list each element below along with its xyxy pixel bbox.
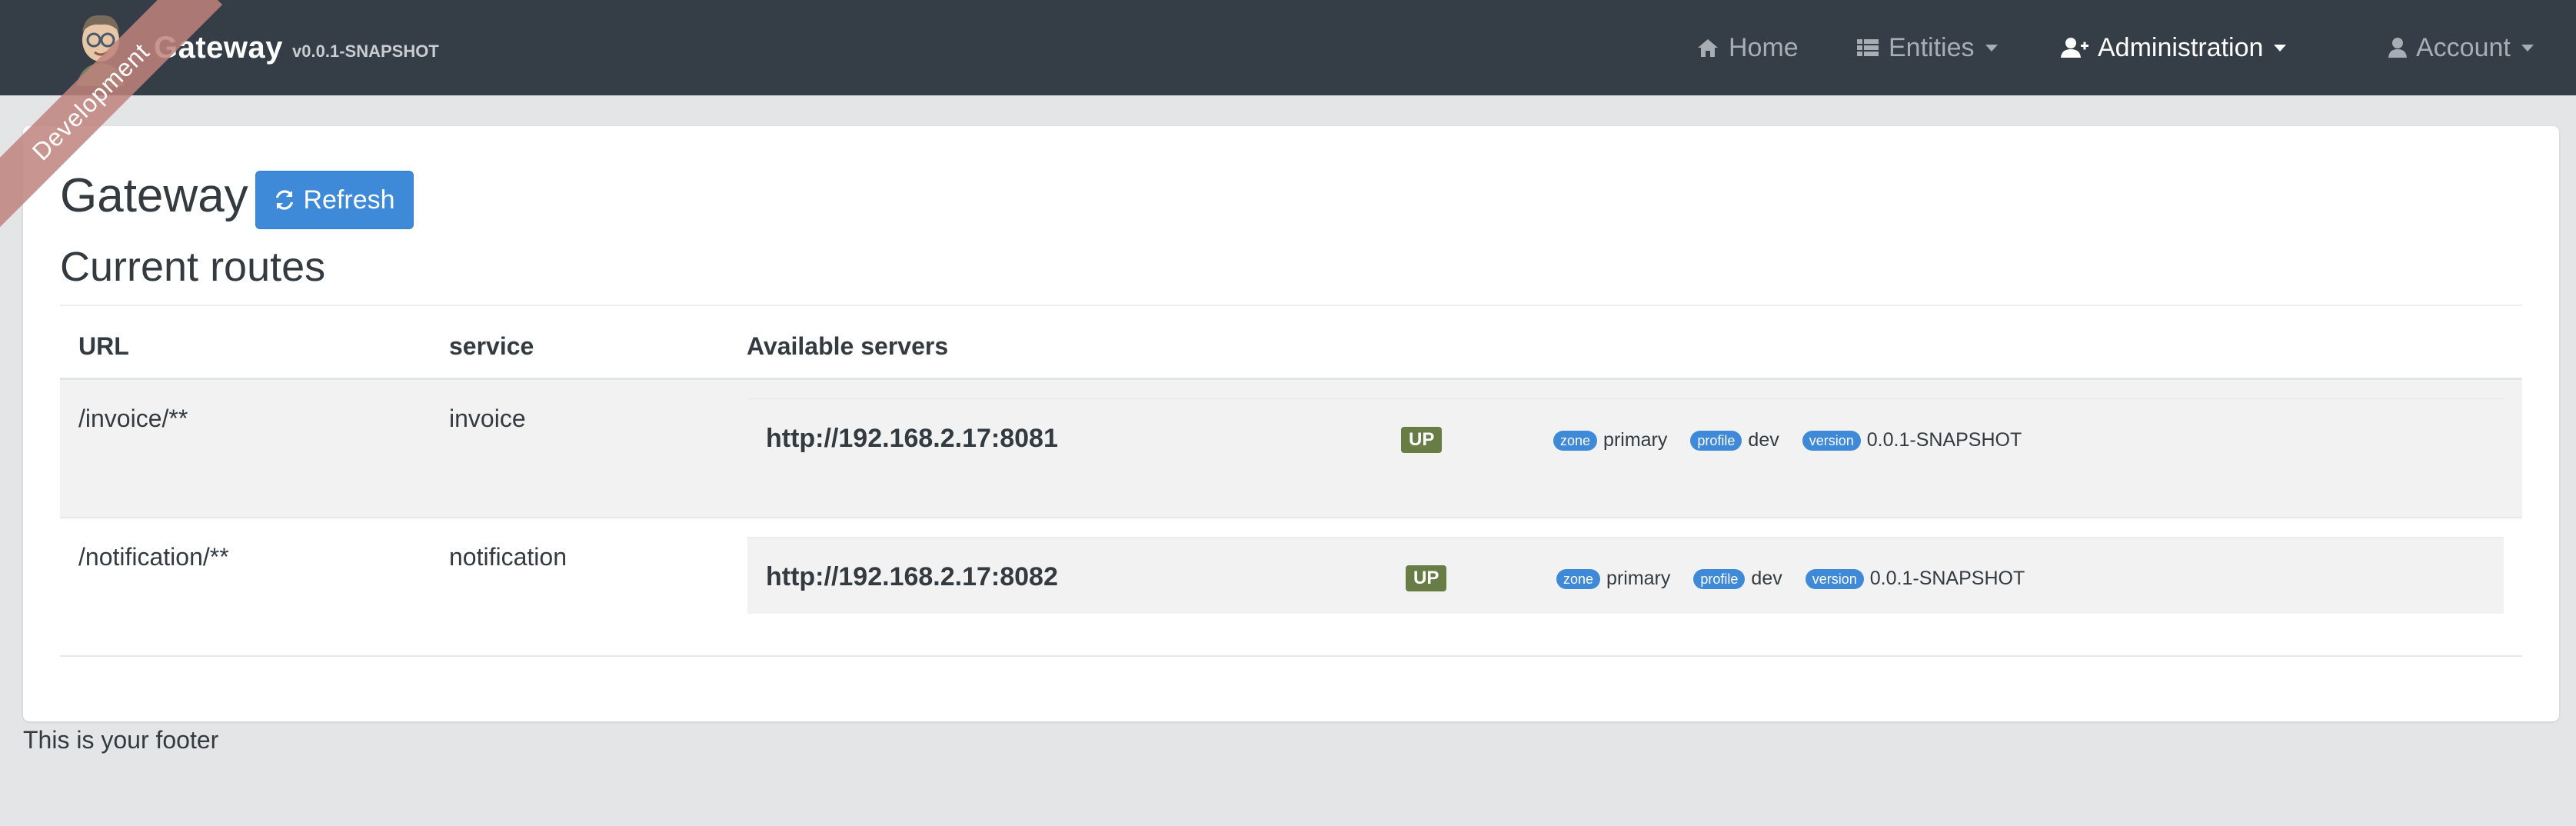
nav-account-label: Account — [2416, 32, 2511, 62]
section-title: Current routes — [60, 244, 326, 290]
refresh-button-label: Refresh — [303, 185, 395, 215]
refresh-button[interactable]: Refresh — [255, 171, 414, 229]
server-metadata: zone primary profile dev version 0.0.1-S… — [1553, 429, 2045, 451]
nav-administration-label: Administration — [2098, 32, 2264, 62]
status-badge: UP — [1406, 565, 1447, 591]
status-badge: UP — [1401, 427, 1443, 453]
profile-tag: profile — [1690, 430, 1742, 451]
column-header-service: service — [449, 332, 534, 360]
server-instance: http://192.168.2.17:8082 UP zone primary… — [747, 537, 2504, 614]
list-icon — [1856, 38, 1879, 58]
brand-title: Gateway — [154, 30, 284, 65]
table-row: /invoice/** invoice http://192.168.2.17:… — [60, 380, 2522, 518]
zone-tag: zone — [1553, 430, 1598, 451]
brand-logo — [69, 9, 132, 86]
server-instance: http://192.168.2.17:8081 UP zone primary… — [747, 398, 2504, 475]
nav-home[interactable]: Home — [1696, 29, 1799, 66]
server-metadata: zone primary profile dev version 0.0.1-S… — [1556, 568, 2048, 590]
user-plus-icon — [2061, 37, 2088, 58]
nav-home-label: Home — [1729, 32, 1799, 62]
server-address: http://192.168.2.17:8081 — [766, 424, 1058, 453]
brand-link[interactable]: Gateway v0.0.1-SNAPSHOT — [69, 9, 439, 86]
chevron-down-icon — [1985, 44, 1998, 52]
footer-text: This is your footer — [23, 726, 219, 754]
zone-value: primary — [1606, 568, 1671, 589]
chevron-down-icon — [2521, 44, 2534, 52]
user-icon — [2388, 37, 2407, 58]
version-meta: version 0.0.1-SNAPSHOT — [1805, 568, 2025, 590]
route-service: invoice — [449, 405, 526, 432]
routes-table: URL service Available servers /invoice/*… — [60, 305, 2522, 657]
profile-value: dev — [1748, 429, 1779, 451]
table-row: /notification/** notification http://192… — [60, 518, 2522, 657]
chevron-down-icon — [2274, 44, 2287, 52]
route-service: notification — [449, 543, 567, 571]
brand-version: v0.0.1-SNAPSHOT — [292, 42, 439, 61]
version-value: 0.0.1-SNAPSHOT — [1866, 429, 2022, 451]
route-url: /notification/** — [78, 543, 229, 571]
column-header-available-servers: Available servers — [747, 332, 949, 360]
zone-meta: zone primary — [1553, 429, 1667, 451]
navbar: Gateway v0.0.1-SNAPSHOT Home Entities Ad… — [0, 0, 2576, 95]
table-header: URL service Available servers — [60, 306, 2522, 380]
main-card: Gateway Refresh Current routes URL servi… — [23, 126, 2559, 721]
profile-value: dev — [1751, 568, 1782, 589]
column-header-url: URL — [78, 332, 129, 360]
nav-administration[interactable]: Administration — [2061, 29, 2287, 66]
nav-account[interactable]: Account — [2388, 29, 2534, 66]
profile-meta: profile dev — [1693, 568, 1782, 590]
nav-entities-label: Entities — [1889, 32, 1975, 62]
profile-tag: profile — [1693, 568, 1746, 589]
nav-entities[interactable]: Entities — [1856, 29, 1998, 66]
version-meta: version 0.0.1-SNAPSHOT — [1802, 429, 2022, 451]
home-icon — [1696, 38, 1719, 58]
version-tag: version — [1805, 568, 1864, 589]
zone-meta: zone primary — [1556, 568, 1670, 590]
profile-meta: profile dev — [1690, 429, 1779, 451]
zone-tag: zone — [1556, 568, 1601, 589]
route-url: /invoice/** — [78, 405, 188, 432]
version-tag: version — [1802, 430, 1861, 451]
refresh-icon — [274, 189, 295, 211]
version-value: 0.0.1-SNAPSHOT — [1869, 568, 2025, 589]
zone-value: primary — [1603, 429, 1668, 451]
server-address: http://192.168.2.17:8082 — [766, 562, 1058, 591]
page-title: Gateway — [60, 169, 248, 222]
